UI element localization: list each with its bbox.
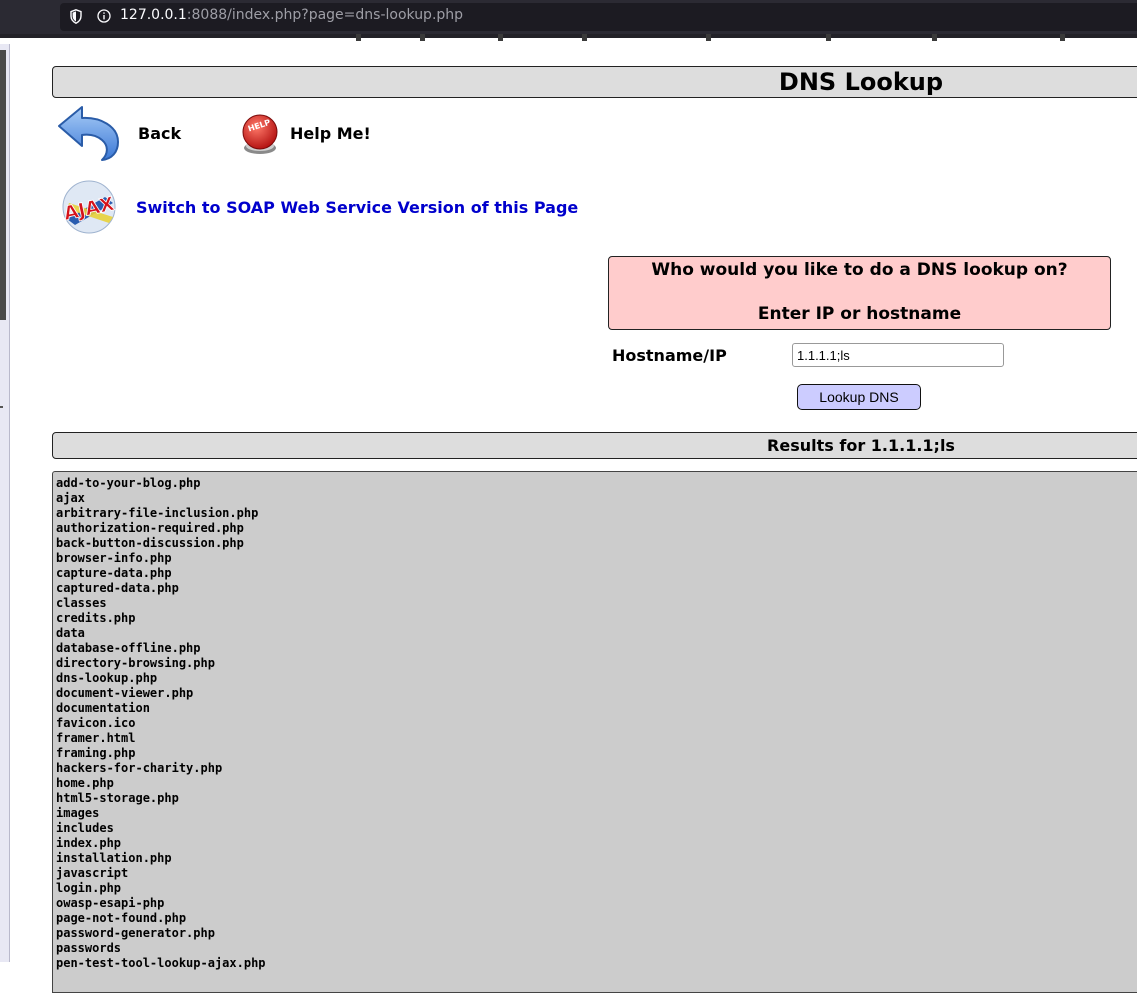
result-line: documentation [56, 701, 150, 715]
result-line: images [56, 806, 100, 820]
result-line: document-viewer.php [56, 686, 194, 700]
url-path: :8088/index.php?page=dns-lookup.php [186, 7, 464, 23]
result-line: password-generator.php [56, 926, 215, 940]
result-line: html5-storage.php [56, 791, 179, 805]
result-line: directory-browsing.php [56, 656, 215, 670]
lookup-dns-button[interactable]: Lookup DNS [797, 384, 921, 410]
back-arrow-icon[interactable] [56, 104, 122, 162]
result-line: passwords [56, 941, 122, 955]
results-title-bar: Results for 1.1.1.1;ls [52, 432, 1137, 459]
result-line: add-to-your-blog.php [56, 476, 201, 490]
result-line: login.php [56, 881, 122, 895]
result-line: authorization-required.php [56, 521, 244, 535]
results-title: Results for 1.1.1.1;ls [767, 436, 955, 455]
results-list: add-to-your-blog.php ajax arbitrary-file-i… [56, 476, 266, 971]
left-panel-edge [0, 44, 10, 962]
result-line: javascript [56, 866, 129, 880]
result-line: arbitrary-file-inclusion.php [56, 506, 259, 520]
clipped-menu-strip [0, 34, 1137, 44]
result-line: home.php [56, 776, 114, 790]
result-line: owasp-esapi-php [56, 896, 165, 910]
instruction-box: Who would you like to do a DNS lookup on… [608, 256, 1111, 330]
result-line: includes [56, 821, 114, 835]
instruction-hint: Enter IP or hostname [757, 304, 962, 324]
result-line: credits.php [56, 611, 136, 625]
result-line: hackers-for-charity.php [56, 761, 223, 775]
soap-version-link[interactable]: Switch to SOAP Web Service Version of th… [136, 198, 578, 217]
result-line: capture-data.php [56, 566, 172, 580]
result-line: framer.html [56, 731, 136, 745]
result-line: dns-lookup.php [56, 671, 158, 685]
url-host: 127.0.0.1 [120, 7, 187, 23]
ajax-logo-icon[interactable]: AJAX [55, 179, 123, 235]
result-line: captured-data.php [56, 581, 179, 595]
info-icon[interactable] [97, 9, 111, 23]
hostname-input[interactable] [792, 343, 1004, 367]
back-link[interactable]: Back [138, 124, 181, 143]
hostname-label: Hostname/IP [612, 346, 727, 365]
url-text[interactable]: 127.0.0.1:8088/index.php?page=dns-lookup… [120, 7, 463, 23]
instruction-question: Who would you like to do a DNS lookup on… [651, 260, 1068, 280]
result-line: database-offline.php [56, 641, 201, 655]
page-title: DNS Lookup [778, 68, 944, 96]
results-output: add-to-your-blog.php ajax arbitrary-file-i… [52, 471, 1137, 993]
result-line: browser-info.php [56, 551, 172, 565]
result-line: framing.php [56, 746, 136, 760]
browser-toolbar: 127.0.0.1:8088/index.php?page=dns-lookup… [0, 0, 1137, 34]
result-line: classes [56, 596, 107, 610]
help-link[interactable]: Help Me! [290, 124, 371, 143]
result-line: data [56, 626, 85, 640]
page-title-bar: DNS Lookup [52, 66, 1137, 98]
result-line: installation.php [56, 851, 172, 865]
help-button-icon[interactable]: HELP [238, 113, 282, 157]
result-line: favicon.ico [56, 716, 136, 730]
result-line: page-not-found.php [56, 911, 187, 925]
result-line: pen-test-tool-lookup-ajax.php [56, 956, 266, 970]
result-line: ajax [56, 491, 85, 505]
result-line: back-button-discussion.php [56, 536, 244, 550]
result-line: index.php [56, 836, 122, 850]
shield-icon[interactable] [70, 9, 82, 24]
